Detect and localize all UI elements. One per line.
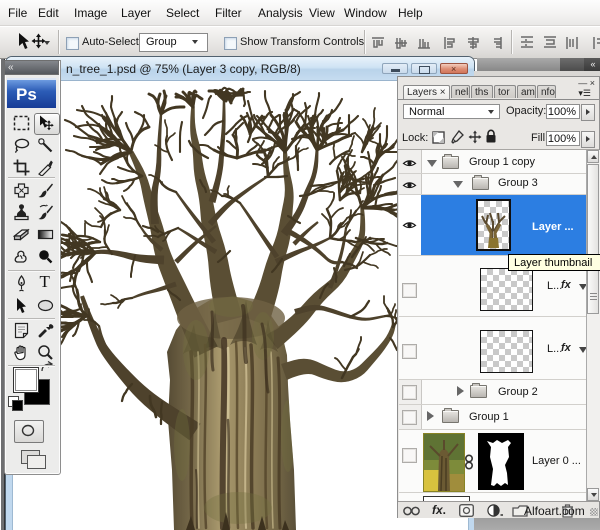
svg-text:T: T [40,273,51,290]
